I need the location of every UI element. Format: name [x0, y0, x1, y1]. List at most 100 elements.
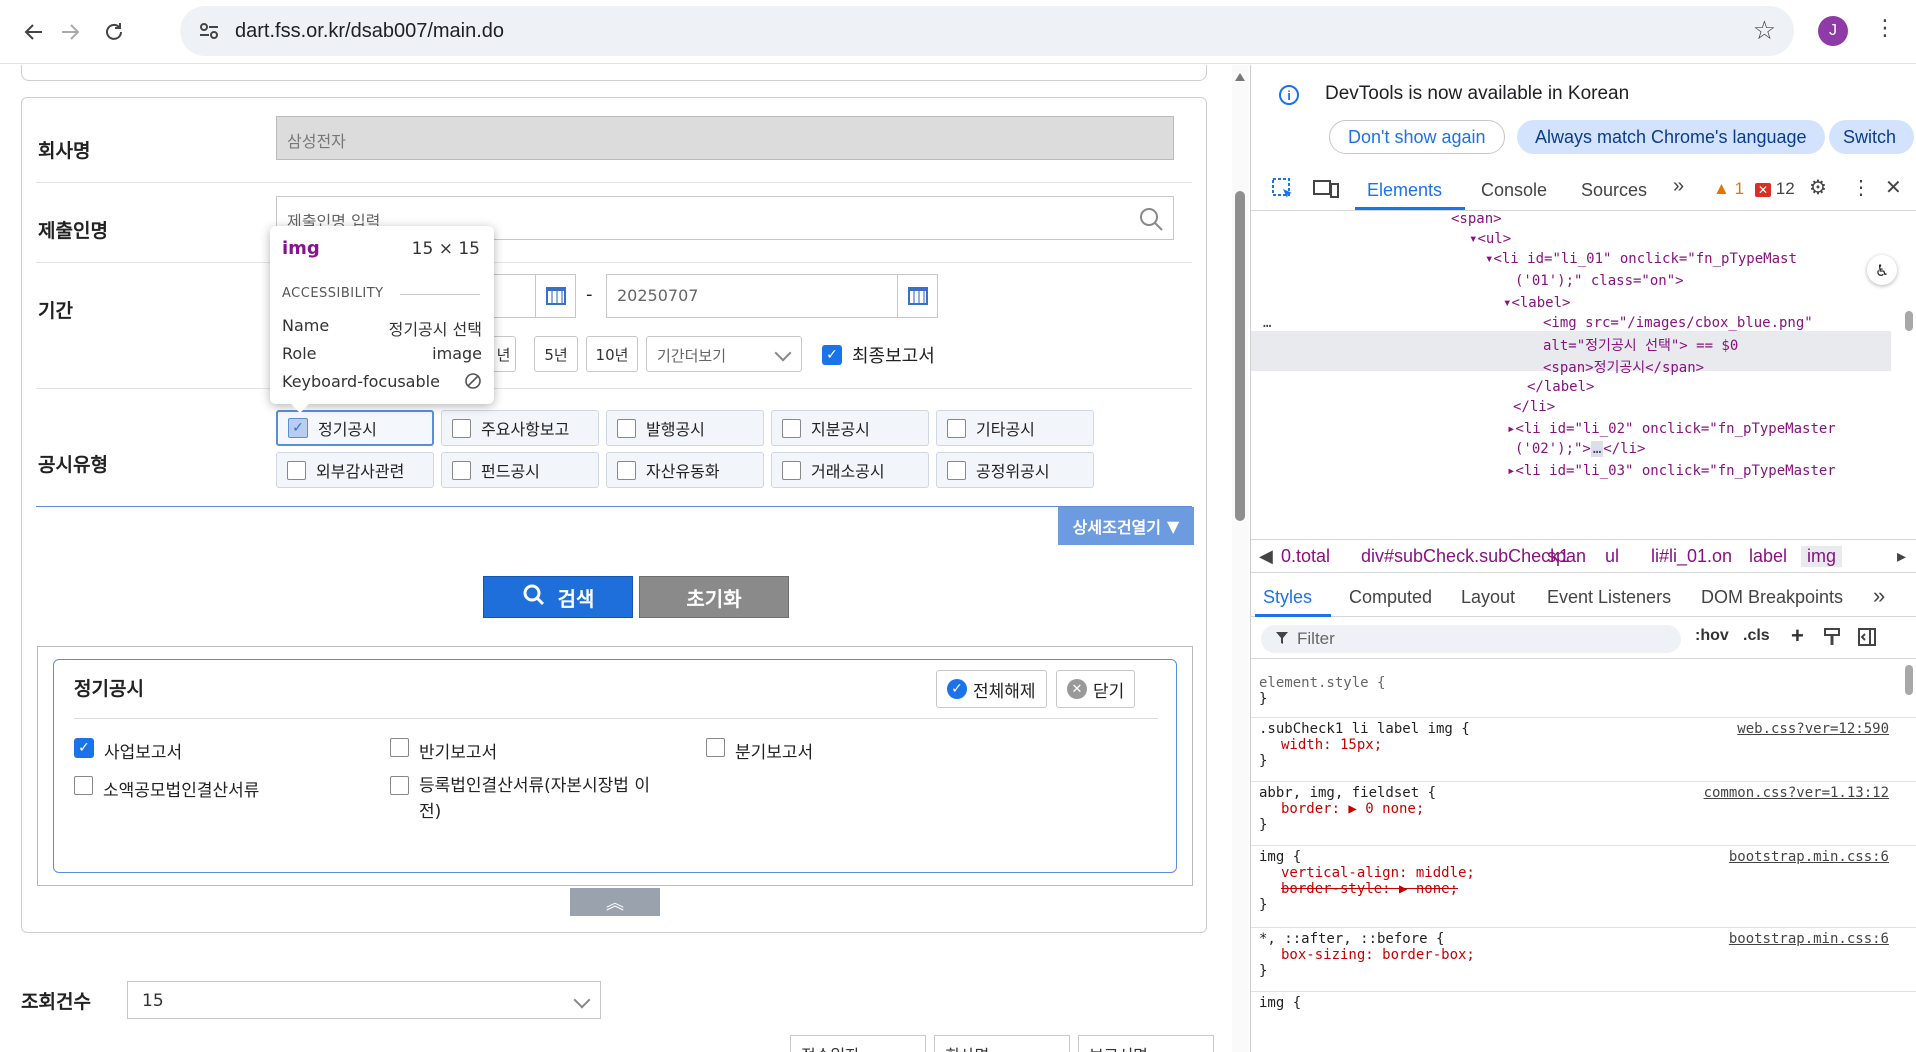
checkbox-empty-icon[interactable]: [782, 418, 801, 438]
styles-filter-input[interactable]: Filter: [1261, 625, 1681, 653]
checkbox-empty-icon[interactable]: [947, 418, 966, 438]
paint-roller-icon[interactable]: [1823, 627, 1843, 652]
dom-line[interactable]: ▾<li id="li_01" onclick="fn_pTypeMast: [1485, 251, 1797, 267]
breadcrumb-item[interactable]: span: [1547, 546, 1586, 567]
checkbox-empty-icon[interactable]: [287, 460, 306, 480]
dom-line[interactable]: ▸<li id="li_02" onclick="fn_pTypeMaster: [1507, 421, 1836, 437]
checkbox-empty-icon[interactable]: [617, 460, 636, 480]
dom-line[interactable]: ▸<li id="li_03" onclick="fn_pTypeMaster: [1507, 463, 1836, 479]
scroll-thumb[interactable]: [1235, 191, 1245, 521]
clear-all-button[interactable]: ✓ 전체해제: [936, 670, 1047, 708]
ellipsis-icon[interactable]: …: [1263, 315, 1271, 331]
reload-icon[interactable]: [96, 14, 132, 50]
period-1y-button[interactable]: 년: [492, 336, 516, 372]
item-quarter-report[interactable]: 분기보고서: [706, 738, 813, 763]
new-rule-plus-icon[interactable]: +: [1791, 623, 1804, 649]
checkbox-empty-icon[interactable]: [706, 738, 725, 757]
tab-event-listeners[interactable]: Event Listeners: [1547, 587, 1671, 608]
breadcrumb-left-arrow-icon[interactable]: ◀: [1259, 546, 1273, 567]
inspect-element-icon[interactable]: [1271, 177, 1295, 207]
tab-sources[interactable]: Sources: [1581, 180, 1647, 201]
search-button[interactable]: 검색: [483, 576, 633, 618]
checkbox-checked-icon[interactable]: ✓: [74, 738, 94, 758]
gear-icon[interactable]: ⚙: [1809, 175, 1827, 200]
forward-arrow-icon[interactable]: [52, 14, 88, 50]
type-abs[interactable]: 자산유동화: [606, 452, 764, 488]
styles-scroll-thumb[interactable]: [1905, 665, 1913, 695]
rule-declaration[interactable]: vertical-align: middle;: [1259, 865, 1899, 881]
rule-declaration[interactable]: width: 15px;: [1259, 737, 1899, 753]
error-badge[interactable]: ✕ 12: [1755, 179, 1795, 199]
checkbox-checked-icon[interactable]: ✓: [288, 418, 308, 438]
rule-source-link[interactable]: bootstrap.min.css:6: [1729, 931, 1889, 947]
sort-report-button[interactable]: 보고서명: [1078, 1035, 1214, 1052]
bookmark-star-icon[interactable]: ☆: [1753, 16, 1776, 46]
rule-source-link[interactable]: common.css?ver=1.13:12: [1704, 785, 1889, 801]
tab-dom-breakpoints[interactable]: DOM Breakpoints: [1701, 587, 1843, 608]
warning-badge[interactable]: ▲ 1: [1713, 179, 1744, 199]
sort-date-button[interactable]: 접수일자: [790, 1035, 926, 1052]
dom-line[interactable]: <span>정기공시</span>: [1543, 357, 1704, 377]
type-major[interactable]: 주요사항보고: [441, 410, 599, 446]
style-rule[interactable]: abbr, img, fieldset { common.css?ver=1.1…: [1259, 785, 1899, 833]
breadcrumb-item[interactable]: label: [1749, 546, 1787, 567]
checkbox-empty-icon[interactable]: [452, 418, 471, 438]
style-rule[interactable]: img { bootstrap.min.css:6 vertical-align…: [1259, 849, 1899, 913]
tab-styles[interactable]: Styles: [1263, 587, 1312, 608]
toggle-sidebar-icon[interactable]: [1857, 627, 1877, 652]
breadcrumb-item-current[interactable]: img: [1801, 546, 1843, 567]
final-report-checkbox[interactable]: ✓ 최종보고서: [822, 342, 935, 368]
close-icon[interactable]: ✕: [1885, 175, 1902, 200]
tab-elements[interactable]: Elements: [1367, 180, 1442, 201]
tab-layout[interactable]: Layout: [1461, 587, 1515, 608]
accessibility-icon[interactable]: ♿: [1867, 255, 1897, 285]
sort-company-button[interactable]: 회사명: [934, 1035, 1070, 1052]
site-settings-icon[interactable]: [198, 20, 220, 46]
match-language-button[interactable]: Always match Chrome's language: [1517, 120, 1825, 154]
period-5y-button[interactable]: 5년: [534, 336, 578, 372]
item-registered-corp[interactable]: 등록법인결산서류(자본시장법 이 전): [390, 776, 650, 825]
period-more-select[interactable]: 기간더보기: [646, 336, 802, 372]
rule-declaration-overridden[interactable]: border-style: ▶ none;: [1259, 881, 1899, 897]
type-ftc[interactable]: 공정위공시: [936, 452, 1094, 488]
address-bar[interactable]: dart.fss.or.kr/dsab007/main.do ☆: [180, 6, 1794, 56]
more-tabs-icon[interactable]: »: [1873, 583, 1885, 609]
search-icon[interactable]: [1138, 206, 1164, 236]
rule-source-link[interactable]: web.css?ver=12:590: [1737, 721, 1889, 737]
checkbox-empty-icon[interactable]: [390, 738, 409, 757]
dom-line[interactable]: </label>: [1527, 379, 1594, 395]
calendar-icon[interactable]: [535, 275, 575, 317]
tab-computed[interactable]: Computed: [1349, 587, 1432, 608]
collapse-button[interactable]: ︽: [570, 888, 660, 916]
dom-line-selected[interactable]: <img src="/images/cbox_blue.png": [1543, 315, 1813, 331]
checkbox-empty-icon[interactable]: [74, 776, 93, 795]
dom-line-selected[interactable]: alt="정기공시 선택"> == $0: [1543, 335, 1738, 355]
dom-line[interactable]: ▾<ul>: [1469, 231, 1511, 247]
rule-source-link[interactable]: bootstrap.min.css:6: [1729, 849, 1889, 865]
style-rule[interactable]: *, ::after, ::before { bootstrap.min.css…: [1259, 931, 1899, 979]
back-arrow-icon[interactable]: [16, 14, 52, 50]
calendar-icon[interactable]: [897, 275, 937, 317]
style-rule[interactable]: img {: [1259, 995, 1899, 1011]
checkbox-empty-icon[interactable]: [617, 418, 636, 438]
rule-declaration[interactable]: border: ▶ 0 none;: [1259, 801, 1899, 817]
breadcrumb-item[interactable]: div#subCheck.subCheck1: [1361, 546, 1569, 567]
breadcrumb-item[interactable]: li#li_01.on: [1651, 546, 1732, 567]
reset-button[interactable]: 초기화: [639, 576, 789, 618]
close-button[interactable]: ✕ 닫기: [1056, 670, 1136, 708]
checkbox-empty-icon[interactable]: [390, 776, 409, 795]
dom-scroll-thumb[interactable]: [1905, 311, 1913, 331]
hov-toggle[interactable]: :hov: [1695, 627, 1729, 645]
type-fund[interactable]: 펀드공시: [441, 452, 599, 488]
dom-line[interactable]: <span>: [1451, 211, 1502, 227]
dom-line[interactable]: ('02');">… </li>: [1515, 441, 1645, 457]
checkbox-empty-icon[interactable]: [782, 460, 801, 480]
more-tabs-icon[interactable]: »: [1673, 175, 1684, 198]
scroll-up-arrow-icon[interactable]: [1235, 73, 1245, 81]
rule-declaration[interactable]: box-sizing: border-box;: [1259, 947, 1899, 963]
breadcrumb-item[interactable]: 0.total: [1281, 546, 1330, 567]
dom-line[interactable]: </li>: [1513, 399, 1555, 415]
dont-show-again-button[interactable]: Don't show again: [1329, 120, 1505, 154]
style-rule[interactable]: .subCheck1 li label img { web.css?ver=12…: [1259, 721, 1899, 769]
checkbox-checked-icon[interactable]: ✓: [822, 345, 842, 365]
